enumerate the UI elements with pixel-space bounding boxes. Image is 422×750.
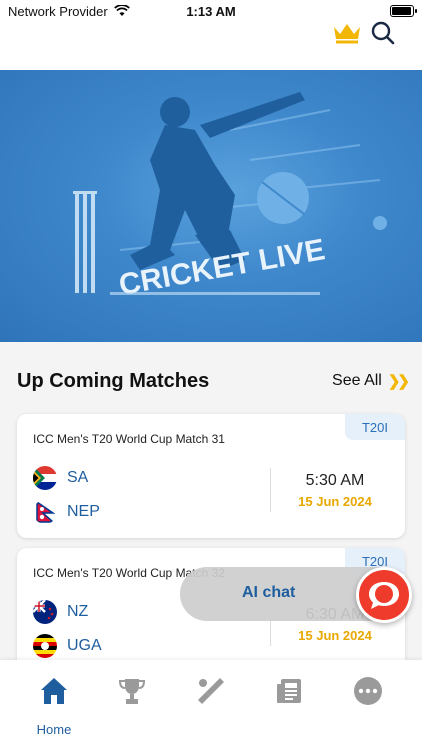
hero-banner[interactable]: CRICKET LIVE [0, 70, 422, 342]
more-icon [354, 677, 382, 705]
nav-home[interactable]: Home [19, 672, 89, 737]
search-icon [371, 21, 395, 45]
uganda-flag-icon [33, 634, 57, 658]
ai-chat-button[interactable]: AI chat [180, 567, 412, 623]
section-title: Up Coming Matches [17, 369, 210, 392]
team-name: UGA [67, 637, 102, 654]
battery-icon [390, 5, 417, 17]
nepal-flag-icon [33, 500, 57, 524]
ai-chat-label: AI chat [242, 584, 296, 601]
search-button[interactable] [370, 20, 396, 46]
double-chevron-right-icon: ❯❯ [387, 373, 410, 390]
banner-illustration: CRICKET LIVE [73, 92, 387, 302]
team-row: UGA [33, 634, 102, 658]
new-zealand-flag-icon [33, 600, 57, 624]
bottom-nav: Home [0, 660, 422, 750]
upcoming-header: Up Coming Matches See All ❯❯ [17, 365, 410, 397]
ai-chat-icon-button[interactable] [356, 567, 412, 623]
match-title: ICC Men's T20 World Cup Match 31 [33, 432, 225, 446]
team-name: SA [67, 469, 89, 486]
top-header [0, 20, 422, 70]
see-all-link[interactable]: See All ❯❯ [332, 372, 410, 390]
divider [270, 468, 271, 512]
nav-home-label: Home [36, 722, 72, 737]
team-row: NEP [33, 500, 100, 524]
match-date: 15 Jun 2024 [298, 628, 372, 643]
nav-news[interactable] [255, 672, 325, 732]
team-row: SA [33, 466, 88, 490]
team-name: NZ [67, 603, 89, 620]
nav-more[interactable] [333, 672, 403, 732]
status-left: Network Provider [8, 4, 130, 19]
premium-button[interactable] [332, 22, 362, 44]
trophy-icon [118, 679, 146, 704]
format-badge: T20I [345, 414, 405, 440]
match-card[interactable]: T20I ICC Men's T20 World Cup Match 31 SA… [17, 414, 405, 538]
wifi-icon [113, 5, 130, 16]
match-time: 5:30 AM [305, 472, 365, 489]
team-row: NZ [33, 600, 88, 624]
crown-icon [334, 24, 360, 44]
team-name: NEP [67, 503, 100, 520]
news-icon [277, 679, 301, 703]
see-all-label: See All [332, 372, 382, 389]
cricket-bat-icon [198, 678, 224, 704]
carrier-label: Network Provider [8, 3, 108, 19]
nav-tournaments[interactable] [97, 672, 167, 732]
chat-bubble-icon [369, 582, 399, 609]
nav-matches[interactable] [176, 672, 246, 732]
south-africa-flag-icon [33, 466, 57, 490]
match-date: 15 Jun 2024 [298, 494, 372, 509]
status-bar: Network Provider 1:13 AM [0, 0, 422, 22]
home-icon [41, 678, 67, 704]
